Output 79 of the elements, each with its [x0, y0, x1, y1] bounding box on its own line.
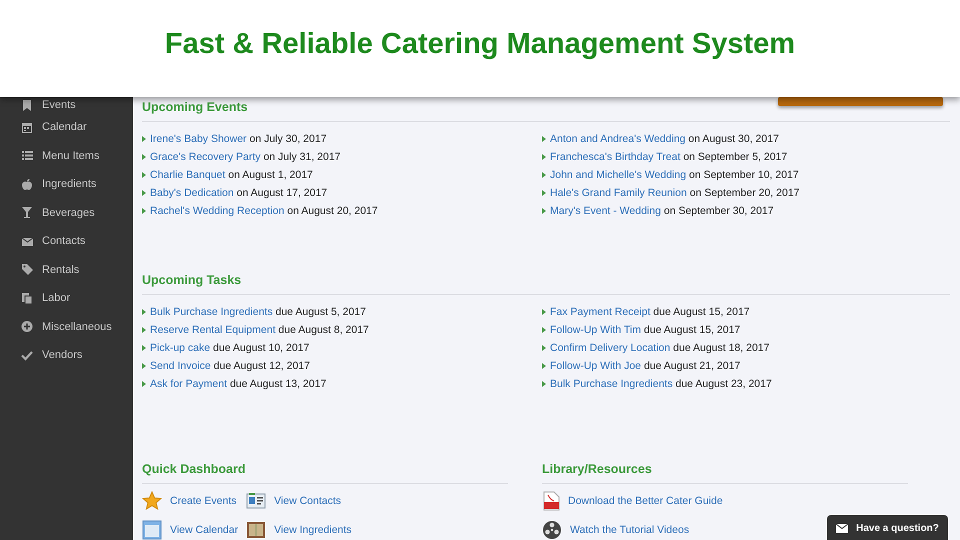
event-entry: Anton and Andrea's Wedding on August 30, 2017 — [542, 130, 779, 148]
task-entry: Follow-Up With Joe due August 21, 2017 — [542, 357, 740, 375]
event-entry-link[interactable]: John and Michelle's Wedding — [550, 169, 686, 181]
help-button[interactable]: Have a question? — [827, 515, 948, 540]
task-entry: Fax Payment Receipt due August 15, 2017 — [542, 303, 750, 321]
task-entry-link[interactable]: Follow-Up With Tim — [550, 324, 642, 336]
task-entry-link[interactable]: Pick-up cake — [150, 342, 210, 354]
dashboard-link[interactable]: View Ingredients — [246, 518, 352, 540]
event-entry: Hale's Grand Family Reunion on September 20, 2017 — [542, 184, 800, 202]
task-entry-link[interactable]: Confirm Delivery Location — [550, 342, 670, 354]
event-entry-link[interactable]: Grace's Recovery Party — [150, 151, 261, 163]
sidebar-item[interactable]: Ingredients — [0, 170, 133, 198]
event-entry: Rachel's Wedding Reception on August 20, 2017 — [142, 202, 378, 220]
task-entry-link[interactable]: Ask for Payment — [150, 378, 228, 390]
sidebar-item[interactable]: Beverages — [0, 198, 133, 227]
banner-title: Fast & Reliable Catering Management System — [164, 28, 796, 62]
plus-circle-icon — [21, 320, 33, 334]
event-entry: Mary's Event - Wedding on September 30, 2017 — [542, 202, 774, 220]
sidebar-item[interactable]: Rentals — [0, 256, 133, 284]
task-entry-link[interactable]: Bulk Purchase Ingredients — [550, 378, 673, 390]
dashboard-link[interactable]: Watch the Tutorial Videos — [542, 518, 723, 540]
task-entry: Send Invoice due August 12, 2017 — [142, 357, 310, 375]
copy-icon — [21, 292, 33, 305]
task-entry-link[interactable]: Send Invoice — [150, 360, 211, 372]
envelope-icon — [836, 523, 848, 533]
calendar-icon — [21, 120, 33, 134]
event-entry: John and Michelle's Wedding on September 10, 2017 — [542, 166, 799, 184]
section-title: Upcoming Events — [142, 98, 950, 122]
sidebar-item[interactable]: Events — [0, 97, 133, 113]
event-entry: Grace's Recovery Party on July 31, 2017 — [142, 148, 341, 166]
event-entry-link[interactable]: Franchesca's Birthday Treat — [550, 151, 680, 163]
check-icon — [21, 348, 33, 362]
section-title: Quick Dashboard — [142, 460, 508, 484]
glass-icon — [21, 206, 33, 220]
task-entry-link[interactable]: Bulk Purchase Ingredients — [150, 306, 273, 318]
dashboard-link[interactable]: View Calendar — [142, 518, 238, 540]
task-entry: Bulk Purchase Ingredients due August 23, 2017 — [542, 375, 772, 393]
sidebar-item[interactable]: Labor — [0, 284, 133, 312]
film-reel-icon — [542, 520, 562, 540]
pdf-icon — [542, 490, 560, 510]
event-entry: Franchesca's Birthday Treat on September 5, 2017 — [542, 148, 788, 166]
task-entry: Pick-up cake due August 10, 2017 — [142, 339, 310, 357]
bookmark-icon — [21, 98, 33, 112]
sidebar-item[interactable]: Vendors — [0, 341, 133, 370]
task-entry-link[interactable]: Reserve Rental Equipment — [150, 324, 276, 336]
task-entry-link[interactable]: Follow-Up With Joe — [550, 360, 642, 372]
event-entry-link[interactable]: Baby's Dedication — [150, 187, 234, 199]
event-entry-link[interactable]: Rachel's Wedding Reception — [150, 205, 284, 217]
calendar-icon — [142, 520, 162, 540]
star-icon — [142, 490, 162, 510]
tag-icon — [21, 263, 33, 276]
task-entry: Confirm Delivery Location due August 18, 2017 — [542, 339, 770, 357]
section-title: Library/Resources — [542, 460, 908, 484]
dashboard-link[interactable]: View Contacts — [246, 489, 352, 512]
event-entry: Charlie Banquet on August 1, 2017 — [142, 166, 313, 184]
event-entry-link[interactable]: Charlie Banquet — [150, 169, 226, 181]
section-title: Upcoming Tasks — [142, 265, 950, 295]
task-entry: Follow-Up With Tim due August 15, 2017 — [542, 321, 740, 339]
task-entry: Ask for Payment due August 13, 2017 — [142, 375, 326, 393]
task-entry-link[interactable]: Fax Payment Receipt — [550, 306, 650, 318]
event-entry-link[interactable]: Anton and Andrea's Wedding — [550, 133, 686, 145]
event-entry: Irene's Baby Shower on July 30, 2017 — [142, 130, 327, 148]
sidebar-item[interactable]: Calendar — [0, 113, 133, 142]
header-button[interactable] — [778, 97, 943, 106]
board-icon — [246, 520, 266, 538]
event-entry: Baby's Dedication on August 17, 2017 — [142, 184, 328, 202]
task-entry: Reserve Rental Equipment due August 8, 2017 — [142, 321, 369, 339]
event-entry-link[interactable]: Hale's Grand Family Reunion — [550, 187, 687, 199]
apple-icon — [21, 178, 33, 191]
contact-card-icon — [246, 492, 266, 510]
event-entry-link[interactable]: Mary's Event - Wedding — [550, 205, 661, 217]
event-entry-link[interactable]: Irene's Baby Shower — [150, 133, 247, 145]
list-icon — [21, 149, 33, 162]
dashboard-link[interactable]: Download the Better Cater Guide — [542, 489, 723, 512]
dashboard-link[interactable]: Create Events — [142, 489, 238, 512]
task-entry: Bulk Purchase Ingredients due August 5, 2017 — [142, 303, 366, 321]
sidebar-item[interactable]: Menu Items — [0, 142, 133, 170]
sidebar-item[interactable]: Contacts — [0, 227, 133, 256]
sidebar-item[interactable]: Miscellaneous — [0, 312, 133, 341]
